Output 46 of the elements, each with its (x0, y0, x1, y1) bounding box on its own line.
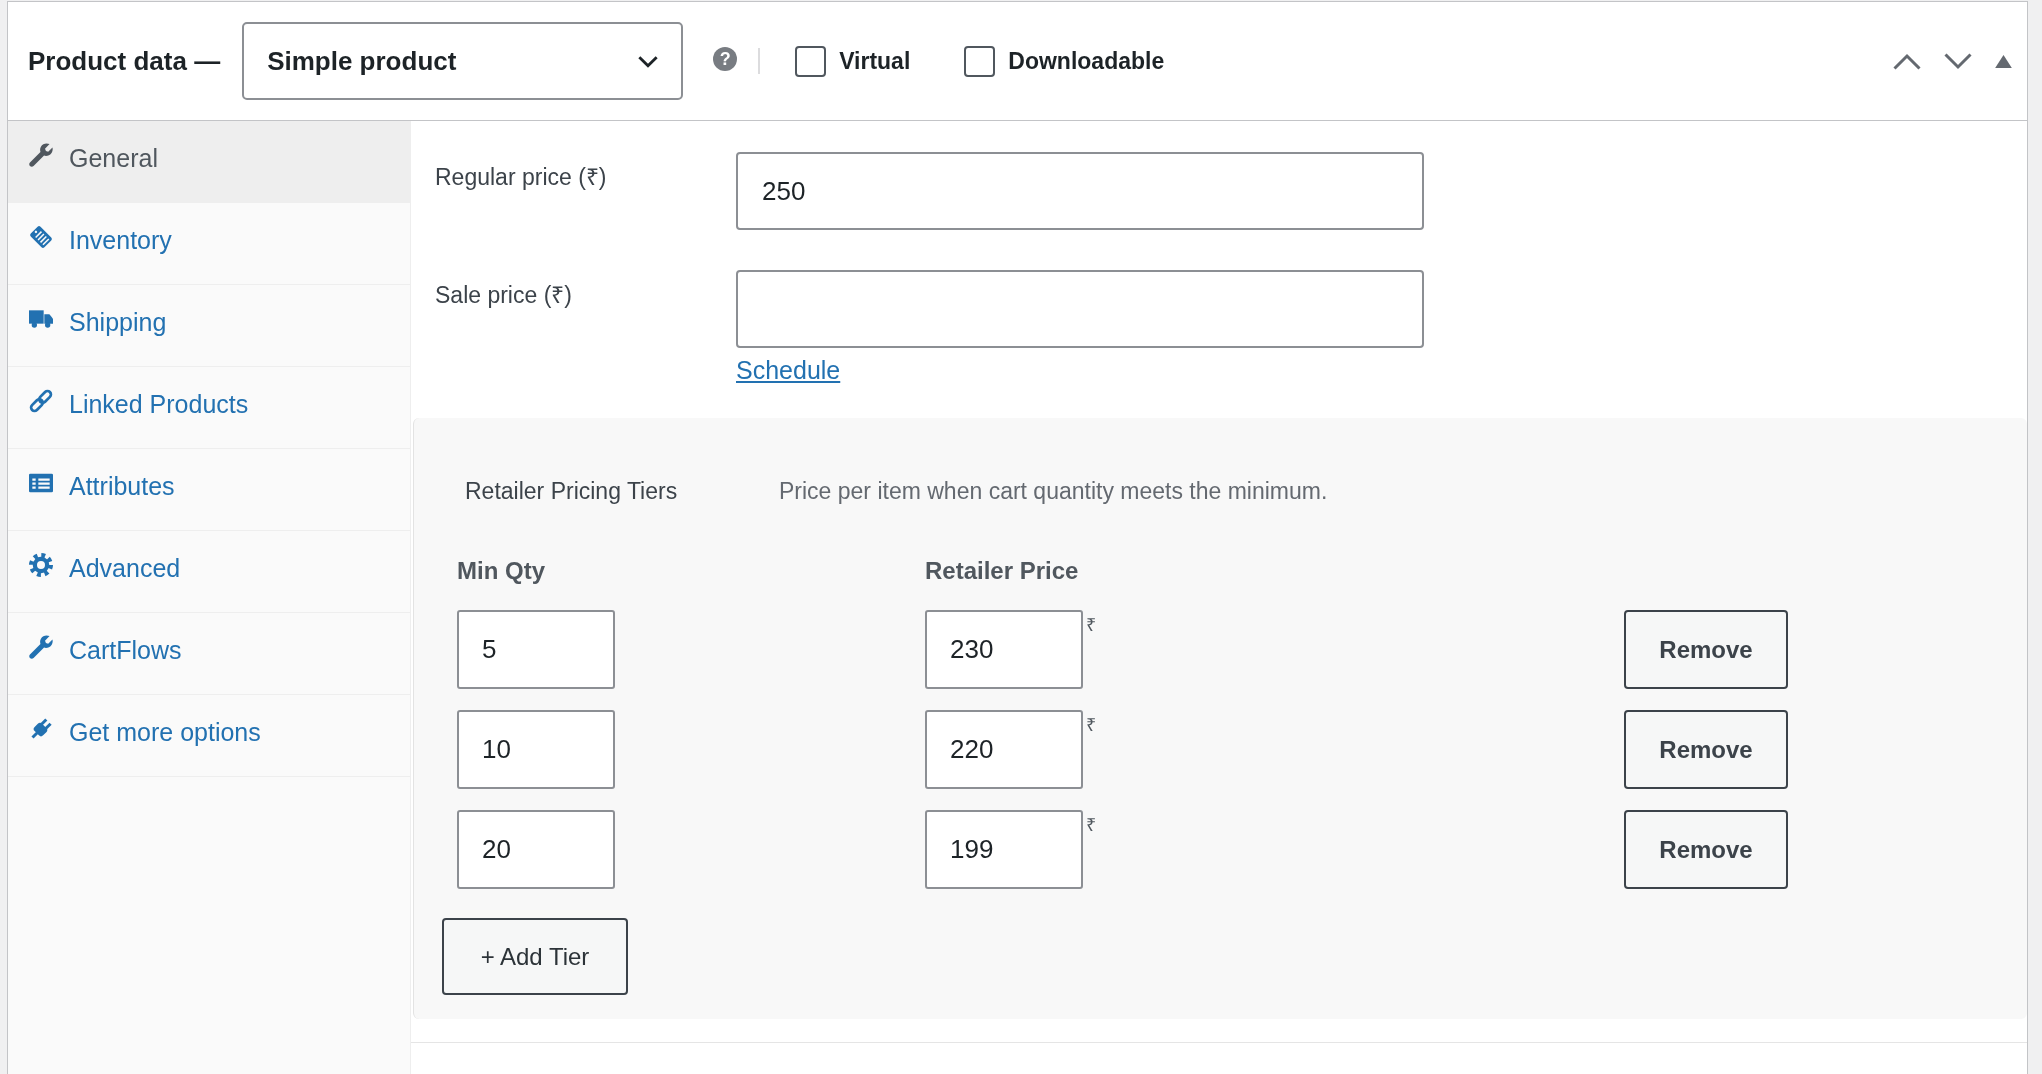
sidebar-tab[interactable]: Advanced (8, 531, 410, 612)
quantity-input[interactable]: 20 (457, 810, 615, 889)
field-label: Regular price (₹) (435, 163, 608, 192)
price-input[interactable]: 220 (925, 710, 1083, 789)
price-input[interactable]: 199 (925, 810, 1083, 889)
sidebar-tab[interactable]: Inventory (8, 203, 410, 284)
remove-button[interactable]: Remove (1624, 710, 1788, 789)
column-heading: Min Qty (457, 557, 546, 585)
product-type-select[interactable]: Simple product (242, 22, 684, 100)
chevron-down-icon[interactable] (1944, 52, 1972, 70)
sidebar-tab[interactable]: Attributes (8, 449, 410, 530)
section-description: Price per item when cart quantity meets the minimum. (779, 478, 1328, 505)
chevron-down-icon (637, 54, 660, 68)
sidebar-tab[interactable]: Linked Products (8, 367, 410, 448)
checkbox[interactable] (795, 45, 827, 77)
sidebar-tab[interactable]: CartFlows (8, 613, 410, 694)
add-tier-button[interactable]: + Add Tier (442, 918, 628, 995)
price-input[interactable]: 250 (736, 152, 1424, 230)
checkbox-label: Virtual (839, 47, 911, 75)
panel-title: Product data — (28, 45, 221, 77)
section-title: Retailer Pricing Tiers (465, 478, 679, 505)
wrench-icon (29, 634, 53, 659)
sidebar-tab[interactable]: Shipping (8, 285, 410, 366)
price-input[interactable] (736, 270, 1424, 348)
checkbox[interactable] (964, 45, 996, 77)
currency-symbol: ₹ (1086, 614, 1096, 636)
field-label: Sale price (₹) (435, 281, 573, 310)
gear-icon (29, 552, 53, 577)
link-icon (29, 388, 53, 413)
plug-icon (29, 716, 53, 741)
help-icon[interactable]: ? (713, 47, 738, 71)
price-input[interactable]: 230 (925, 610, 1083, 689)
checkbox-label: Downloadable (1008, 47, 1165, 75)
currency-symbol: ₹ (1086, 814, 1096, 836)
currency-symbol: ₹ (1086, 714, 1096, 736)
wrench-icon (29, 142, 53, 167)
remove-button[interactable]: Remove (1624, 610, 1788, 689)
sidebar-tab[interactable]: General (8, 121, 410, 202)
quantity-input[interactable]: 5 (457, 610, 615, 689)
triangle-up-icon[interactable] (1995, 54, 2012, 68)
schedule-link[interactable]: Schedule (736, 356, 841, 385)
column-heading: Retailer Price (925, 557, 1080, 585)
remove-button[interactable]: Remove (1624, 810, 1788, 889)
sidebar-tab[interactable]: Get more options (8, 695, 410, 776)
quantity-input[interactable]: 10 (457, 710, 615, 789)
chevron-up-icon[interactable] (1893, 52, 1921, 70)
